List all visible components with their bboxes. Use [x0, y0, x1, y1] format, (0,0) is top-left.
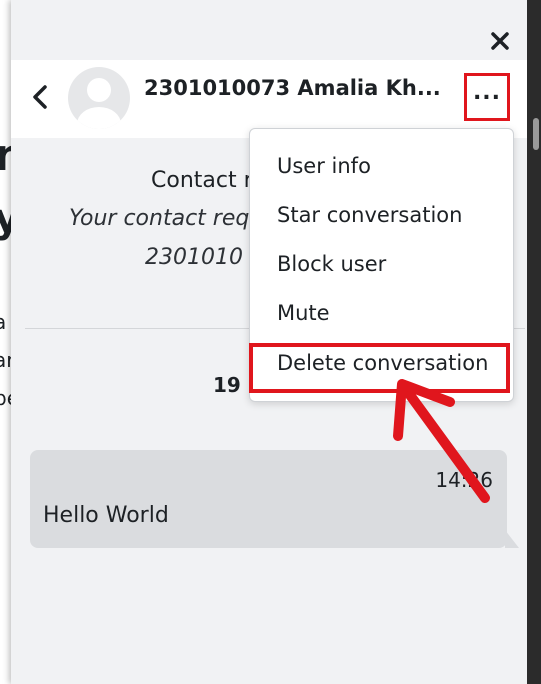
contact-request-text: Your contact req	[69, 206, 250, 231]
close-icon	[491, 32, 509, 50]
message-bubble: 14:26 Hello World	[30, 450, 507, 548]
background-text-fragment: a	[0, 310, 7, 334]
messaging-drawer: 2301010073 Amalia Kh... ... Contact r Yo…	[11, 0, 527, 684]
user-avatar-icon[interactable]	[68, 67, 130, 129]
conversation-actions-button[interactable]: ...	[464, 73, 510, 121]
contact-request-id: 2301010	[145, 245, 243, 270]
menu-item-mute[interactable]: Mute	[250, 293, 513, 333]
chevron-left-icon	[33, 85, 47, 109]
menu-item-star-conversation[interactable]: Star conversation	[250, 195, 513, 235]
message-bubble-tail	[505, 530, 519, 548]
scrollbar-thumb[interactable]	[533, 118, 539, 150]
more-horizontal-icon: ...	[472, 80, 502, 105]
contact-request-title: Contact r	[151, 168, 253, 193]
menu-item-user-info[interactable]: User info	[250, 146, 513, 186]
delete-highlight-box	[249, 343, 510, 393]
message-time: 14:26	[435, 468, 493, 492]
scrollbar[interactable]	[527, 0, 541, 684]
contact-name[interactable]: 2301010073 Amalia Kh...	[144, 76, 464, 100]
message-text: Hello World	[43, 503, 169, 528]
back-button[interactable]	[25, 82, 55, 112]
menu-item-block-user[interactable]: Block user	[250, 244, 513, 284]
close-button[interactable]	[485, 26, 515, 56]
message-date-label: 19	[213, 373, 241, 397]
conversation-header: 2301010073 Amalia Kh... ...	[11, 60, 527, 138]
